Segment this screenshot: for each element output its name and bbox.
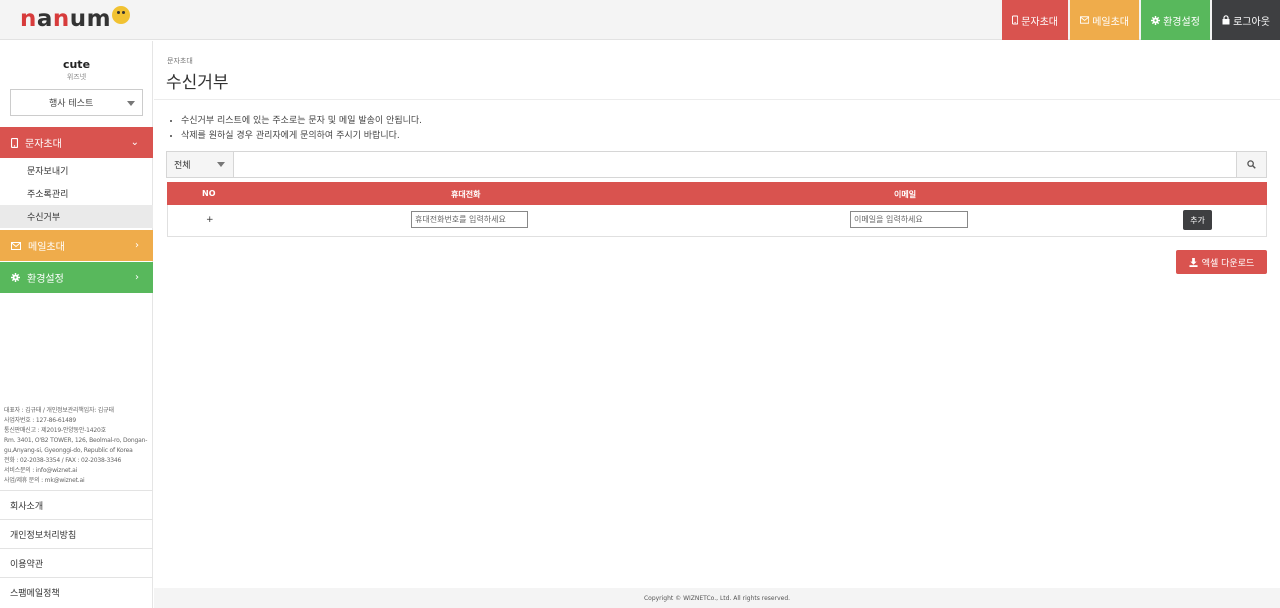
- row-plus-marker: +: [206, 215, 214, 225]
- company-info-line: Rm. 3401, O'B2 TOWER, 126, Beolmal-ro, D…: [4, 437, 148, 444]
- sidebar-menu-label: 문자초대: [25, 139, 62, 150]
- chevron-right-icon: ›: [135, 240, 139, 251]
- company-info: 대표자 : 김규태 / 개인정보관리책임자: 김규태 사업자번호 : 127-8…: [4, 406, 150, 486]
- user-name: cute: [62, 58, 91, 71]
- filter-select-value: 전체: [174, 161, 191, 171]
- add-button[interactable]: 추가: [1183, 210, 1212, 230]
- mobile-icon: [1012, 15, 1019, 25]
- top-nav: 문자초대 메일초대 환경설정 로그아웃: [1000, 0, 1280, 40]
- sidebar-item-reject-list[interactable]: 수신거부: [0, 205, 153, 228]
- caret-down-icon: [217, 162, 225, 167]
- sidebar: cute 위즈넷 행사 테스트 문자초대 ⌄ 문자보내기 주소록관리 수신거부 …: [0, 41, 153, 608]
- table-row: + 추가: [167, 205, 1267, 237]
- chevron-down-icon: ⌄: [130, 137, 139, 148]
- event-select-value: 행사 테스트: [49, 99, 94, 109]
- top-nav-settings[interactable]: 환경설정: [1141, 0, 1210, 40]
- search-input[interactable]: [235, 152, 1237, 177]
- top-nav-logout[interactable]: 로그아웃: [1212, 0, 1280, 40]
- search-icon: [1247, 160, 1256, 169]
- top-bar: nanum 문자초대 메일초대 환경설정 로그아웃: [0, 0, 1280, 40]
- column-header-phone: 휴대전화: [451, 190, 481, 199]
- logo-letter: n: [20, 6, 37, 32]
- top-nav-label: 로그아웃: [1233, 16, 1270, 28]
- nanume-logo[interactable]: nanum: [20, 6, 131, 32]
- footer-link-label: 이용약관: [10, 559, 44, 570]
- main-content: 문자초대 수신거부 수신거부 리스트에 있는 주소로는 문자 및 메일 발송이 …: [154, 41, 1280, 608]
- sidebar-item-label: 문자보내기: [27, 167, 69, 177]
- sidebar-menu-settings[interactable]: 환경설정 ›: [0, 262, 153, 293]
- company-info-line: 사업/제휴 문의 : mk@wiznet.ai: [4, 477, 85, 484]
- smiley-face-icon: [112, 6, 131, 24]
- company-info-line: 서비스문의 : info@wiznet.ai: [4, 467, 78, 474]
- column-header-no: NO: [202, 189, 216, 198]
- divider: [154, 99, 1280, 100]
- reject-table: NO 휴대전화 이메일 + 추가: [167, 182, 1267, 237]
- company-info-line: 통신판매신고 : 제2019-안양동안-1420호: [4, 427, 106, 434]
- caret-down-icon: [127, 101, 135, 106]
- sidebar-item-address-book[interactable]: 주소록관리: [0, 182, 153, 205]
- footer-link-label: 회사소개: [10, 501, 44, 512]
- event-select[interactable]: 행사 테스트: [10, 89, 143, 116]
- chevron-right-icon: ›: [135, 272, 139, 283]
- page-title: 수신거부: [166, 73, 229, 93]
- top-nav-label: 환경설정: [1163, 16, 1200, 28]
- excel-download-button[interactable]: 엑셀 다운로드: [1176, 250, 1267, 274]
- lock-icon: [1222, 15, 1230, 25]
- footer-link-label: 스팸메일정책: [10, 588, 60, 599]
- company-info-line: gu,Anyang-si, Gyeonggi-do, Republic of K…: [4, 447, 133, 454]
- search-bar: 전체: [166, 151, 1267, 178]
- company-info-line: 대표자 : 김규태 / 개인정보관리책임자: 김규태: [4, 407, 114, 414]
- footer-link-privacy[interactable]: 개인정보처리방침: [0, 519, 153, 548]
- sidebar-menu-label: 환경설정: [27, 274, 64, 285]
- logo-letter: m: [86, 6, 112, 32]
- search-button[interactable]: [1236, 152, 1266, 177]
- notice-item: 삭제를 원하실 경우 관리자에게 문의하여 주시기 바랍니다.: [181, 129, 422, 144]
- sidebar-menu-label: 메일초대: [28, 242, 65, 253]
- page-footer: Copyright © WIZNETCo., Ltd. All rights r…: [154, 588, 1280, 608]
- top-nav-sms-invite[interactable]: 문자초대: [1002, 0, 1068, 40]
- excel-download-label: 엑셀 다운로드: [1201, 258, 1255, 269]
- gear-icon: [1151, 15, 1161, 25]
- footer-link-about[interactable]: 회사소개: [0, 490, 153, 519]
- sidebar-menu-mail-invite[interactable]: 메일초대 ›: [0, 230, 153, 261]
- copyright-text: Copyright © WIZNETCo., Ltd. All rights r…: [643, 594, 791, 602]
- footer-link-spam-policy[interactable]: 스팸메일정책: [0, 577, 153, 606]
- logo-letter: n: [52, 6, 70, 32]
- logo-letter: a: [36, 6, 53, 32]
- table-header: NO 휴대전화 이메일: [167, 182, 1267, 205]
- gear-icon: [11, 273, 20, 282]
- envelope-icon: [1080, 16, 1090, 24]
- phone-input[interactable]: [411, 211, 528, 228]
- notice-item: 수신거부 리스트에 있는 주소로는 문자 및 메일 발송이 안됩니다.: [181, 114, 422, 129]
- filter-select[interactable]: 전체: [167, 152, 234, 177]
- company-info-line: 사업자번호 : 127-86-61489: [4, 417, 76, 424]
- logo-letter: u: [69, 6, 87, 32]
- sidebar-item-send-sms[interactable]: 문자보내기: [0, 159, 153, 182]
- top-nav-label: 메일초대: [1092, 16, 1129, 28]
- top-nav-mail-invite[interactable]: 메일초대: [1070, 0, 1139, 40]
- top-nav-label: 문자초대: [1021, 16, 1058, 28]
- column-header-email: 이메일: [894, 190, 917, 199]
- envelope-icon: [11, 241, 21, 250]
- sidebar-menu-sms-invite[interactable]: 문자초대 ⌄: [0, 127, 153, 158]
- email-input[interactable]: [850, 211, 968, 228]
- footer-link-label: 개인정보처리방침: [10, 530, 77, 541]
- mobile-icon: [11, 137, 18, 148]
- company-info-line: 전화 : 02-2038-3354 / FAX : 02-2038-3346: [4, 457, 122, 464]
- sidebar-item-label: 주소록관리: [27, 190, 69, 200]
- footer-link-terms[interactable]: 이용약관: [0, 548, 153, 577]
- user-organization: 위즈넷: [66, 73, 87, 81]
- breadcrumb: 문자초대: [167, 57, 193, 65]
- notice-list: 수신거부 리스트에 있는 주소로는 문자 및 메일 발송이 안됩니다. 삭제를 …: [181, 114, 422, 144]
- download-icon: [1189, 257, 1198, 267]
- sidebar-item-label: 수신거부: [27, 213, 61, 223]
